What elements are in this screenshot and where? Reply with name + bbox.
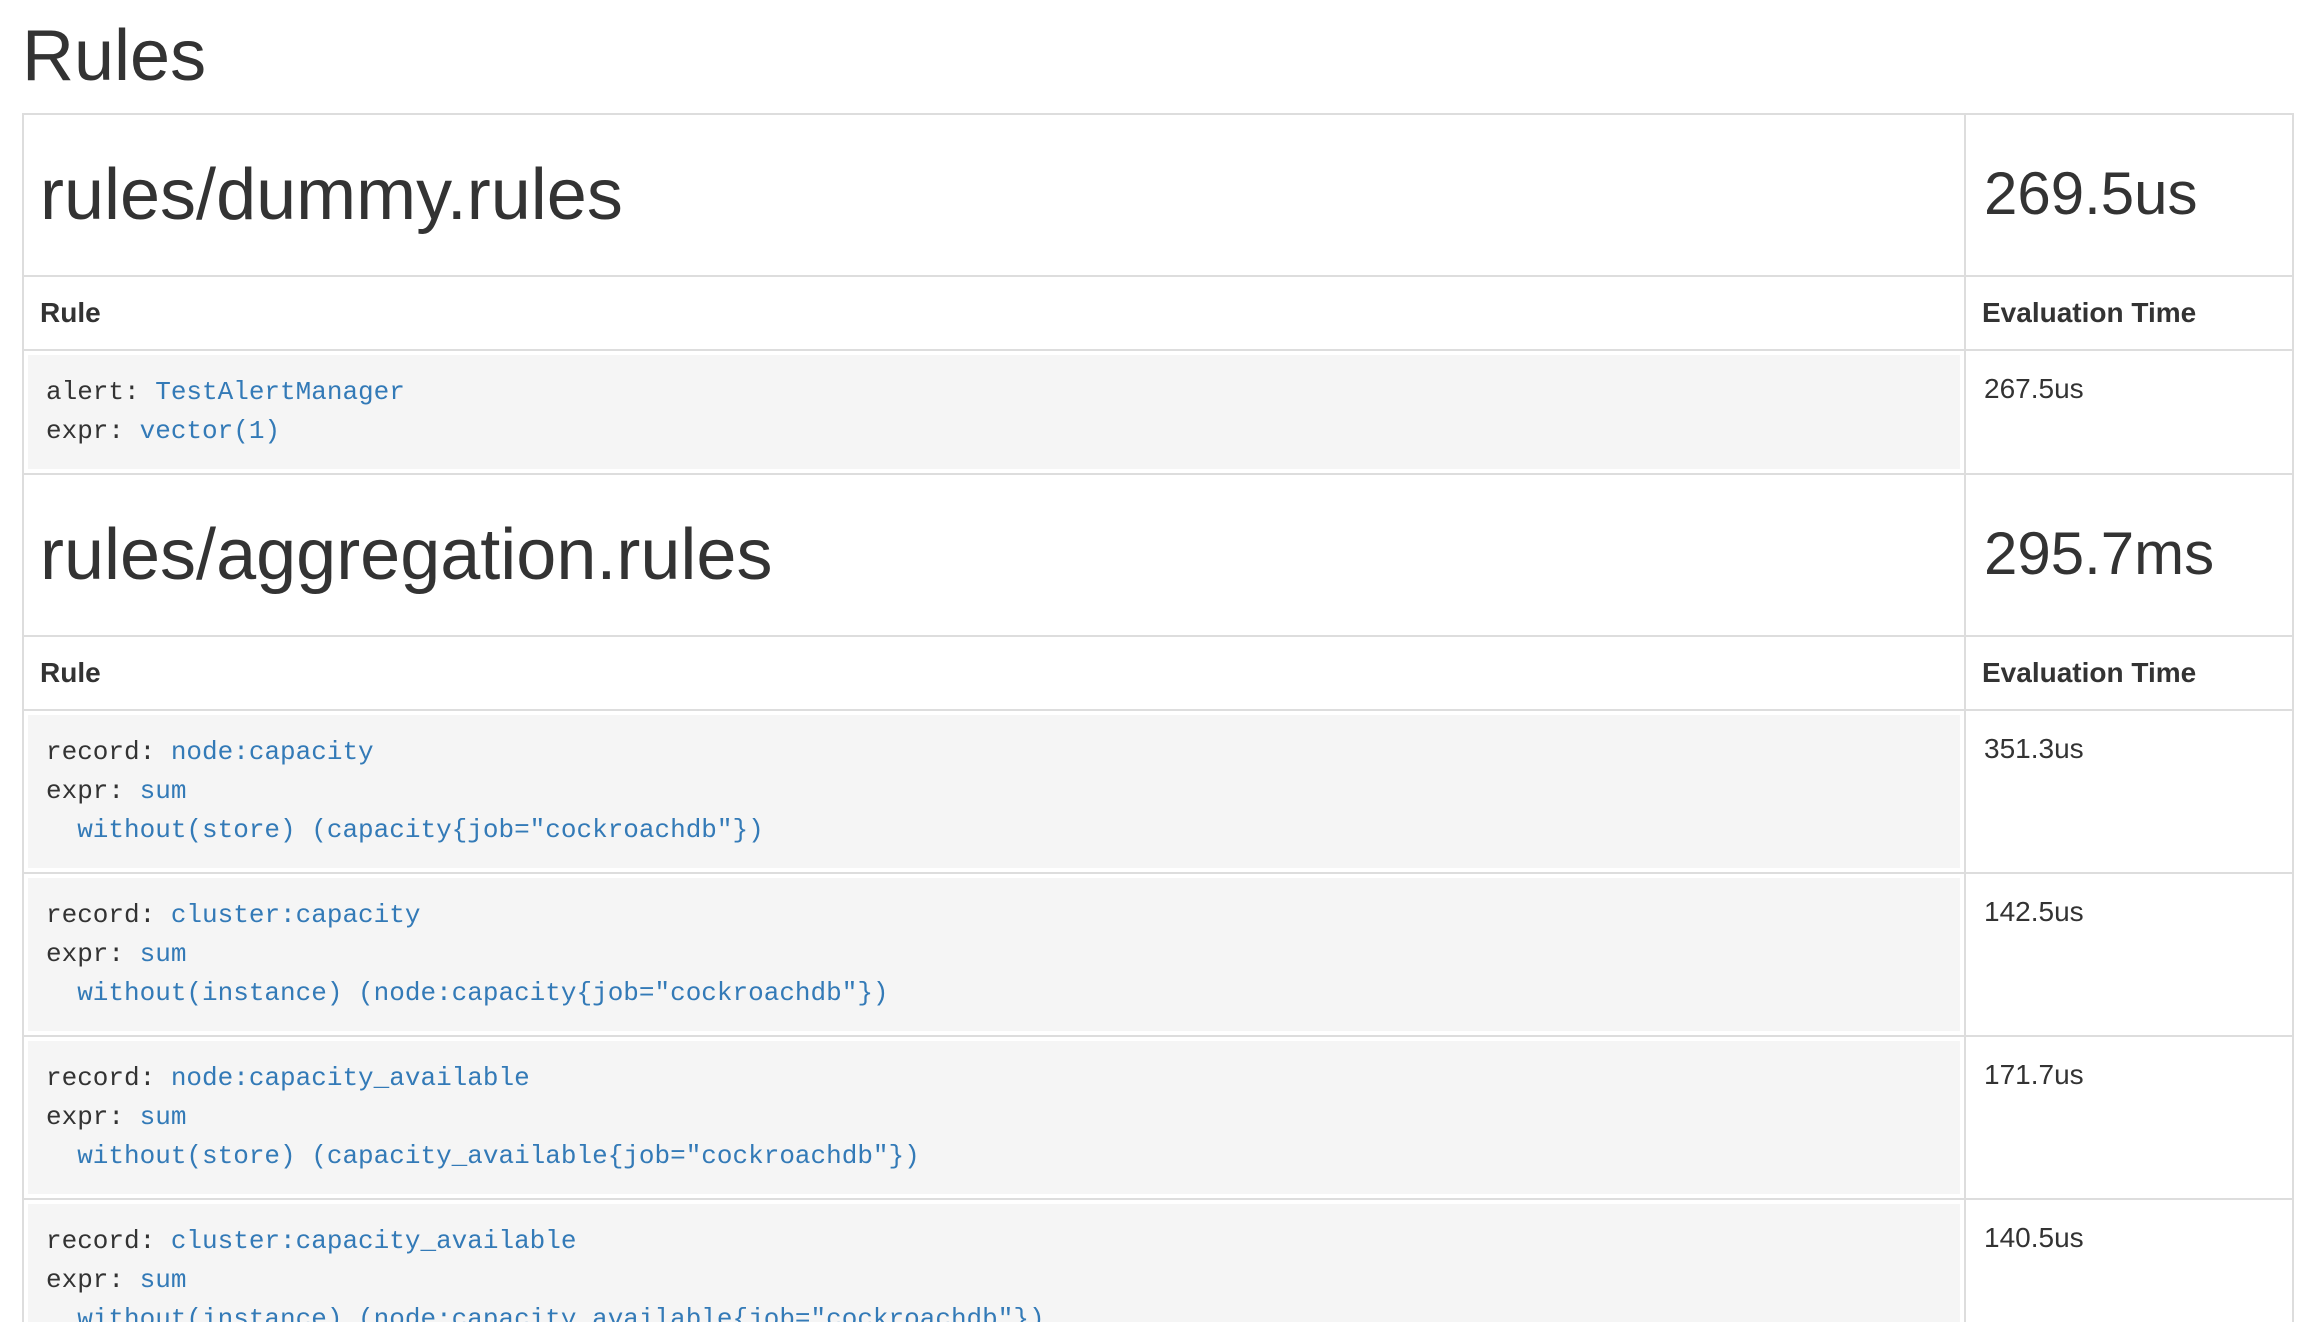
column-header-row: Rule Evaluation Time [23, 636, 2293, 710]
rule-group-evaluation-time-cell: 295.7ms [1965, 474, 2293, 636]
rule-name-link[interactable]: cluster:capacity [171, 900, 421, 930]
rule-cell: record: cluster:capacity_available expr:… [23, 1199, 1965, 1322]
rule-expr-link[interactable]: sum without(store) (capacity{job="cockro… [46, 776, 764, 845]
rule-row: record: cluster:capacity_available expr:… [23, 1199, 2293, 1322]
rule-group-evaluation-time-cell: 269.5us [1965, 114, 2293, 276]
rule-column-header: Rule [23, 636, 1965, 710]
rule-expr-link[interactable]: sum without(instance) (node:capacity{job… [46, 939, 889, 1008]
rule-group-name-cell: rules/dummy.rules [23, 114, 1965, 276]
rule-definition: record: node:capacity_available expr: su… [28, 1041, 1960, 1194]
rule-group-name: rules/aggregation.rules [40, 515, 1948, 595]
rule-name-link[interactable]: TestAlertManager [155, 377, 405, 407]
rule-keyword: record: [46, 1063, 171, 1093]
rule-name-link[interactable]: cluster:capacity_available [171, 1226, 577, 1256]
column-header-row: Rule Evaluation Time [23, 276, 2293, 350]
rule-expr-link[interactable]: sum without(instance) (node:capacity_ava… [46, 1265, 1045, 1322]
rule-definition: record: cluster:capacity expr: sum witho… [28, 878, 1960, 1031]
rule-evaluation-time: 142.5us [1965, 873, 2293, 1036]
rule-evaluation-time: 267.5us [1965, 350, 2293, 474]
rule-name-link[interactable]: node:capacity [171, 737, 374, 767]
rule-row: record: node:capacity_available expr: su… [23, 1036, 2293, 1199]
rule-row: alert: TestAlertManager expr: vector(1) … [23, 350, 2293, 474]
rule-evaluation-time: 140.5us [1965, 1199, 2293, 1322]
expr-keyword: expr: [46, 1265, 140, 1295]
expr-keyword: expr: [46, 939, 140, 969]
rule-evaluation-time: 171.7us [1965, 1036, 2293, 1199]
rule-definition: record: node:capacity expr: sum without(… [28, 715, 1960, 868]
rule-definition: alert: TestAlertManager expr: vector(1) [28, 355, 1960, 469]
rule-row: record: cluster:capacity expr: sum witho… [23, 873, 2293, 1036]
rule-expr-link[interactable]: sum without(store) (capacity_available{j… [46, 1102, 920, 1171]
rule-row: record: node:capacity expr: sum without(… [23, 710, 2293, 873]
page-title: Rules [22, 16, 2316, 96]
rule-cell: record: cluster:capacity expr: sum witho… [23, 873, 1965, 1036]
evaluation-time-column-header: Evaluation Time [1965, 276, 2293, 350]
rule-group-evaluation-time: 295.7ms [1984, 521, 2276, 587]
rule-keyword: record: [46, 737, 171, 767]
rule-group-header-row: rules/aggregation.rules 295.7ms [23, 474, 2293, 636]
expr-keyword: expr: [46, 416, 140, 446]
rule-group-name-cell: rules/aggregation.rules [23, 474, 1965, 636]
rule-definition: record: cluster:capacity_available expr:… [28, 1204, 1960, 1322]
rule-group-name: rules/dummy.rules [40, 155, 1948, 235]
rule-group-header-row: rules/dummy.rules 269.5us [23, 114, 2293, 276]
expr-keyword: expr: [46, 776, 140, 806]
rule-column-header: Rule [23, 276, 1965, 350]
rule-group-evaluation-time: 269.5us [1984, 161, 2276, 227]
expr-keyword: expr: [46, 1102, 140, 1132]
evaluation-time-column-header: Evaluation Time [1965, 636, 2293, 710]
rule-keyword: record: [46, 1226, 171, 1256]
rule-expr-link[interactable]: vector(1) [140, 416, 280, 446]
rule-cell: record: node:capacity expr: sum without(… [23, 710, 1965, 873]
rule-cell: record: node:capacity_available expr: su… [23, 1036, 1965, 1199]
rule-name-link[interactable]: node:capacity_available [171, 1063, 530, 1093]
rules-table: rules/dummy.rules 269.5us Rule Evaluatio… [22, 113, 2294, 1322]
rule-keyword: alert: [46, 377, 155, 407]
rule-keyword: record: [46, 900, 171, 930]
rule-evaluation-time: 351.3us [1965, 710, 2293, 873]
rule-cell: alert: TestAlertManager expr: vector(1) [23, 350, 1965, 474]
